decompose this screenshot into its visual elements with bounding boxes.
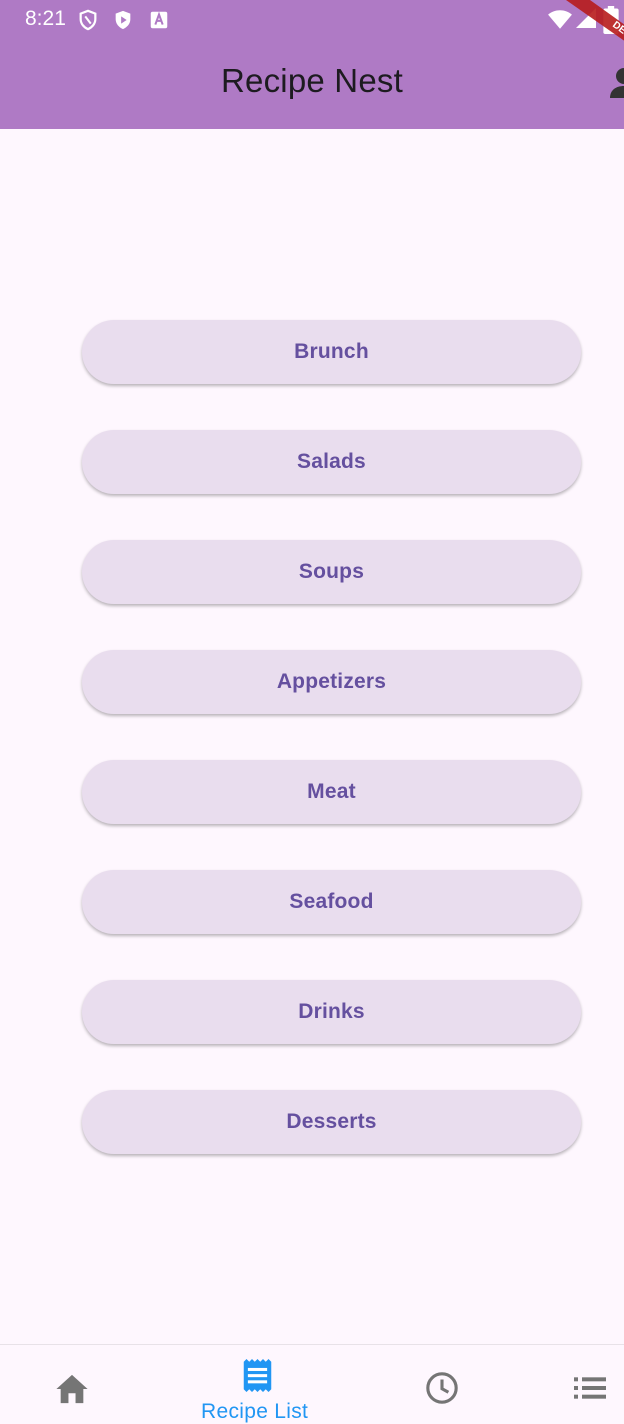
debug-banner: DEBUG [566,0,624,44]
page-title: Recipe Nest [221,62,403,99]
person-icon[interactable] [606,66,624,102]
status-time: 8:21 [25,7,66,30]
category-button-drinks[interactable]: Drinks [82,980,581,1044]
font-icon [150,11,168,29]
bottom-navigation-bar [0,1344,624,1423]
nav-label-recipe-list[interactable]: Recipe List [201,1400,308,1424]
category-button-brunch[interactable]: Brunch [82,320,581,384]
category-button-appetizers[interactable]: Appetizers [82,650,581,714]
play-protect-icon [115,10,131,30]
category-button-salads[interactable]: Salads [82,430,581,494]
clock-icon [426,1372,458,1404]
category-list: Brunch Salads Soups Appetizers Meat Seaf… [82,320,581,1200]
list-icon [574,1377,606,1399]
shield-icon [79,9,97,31]
category-button-meat[interactable]: Meat [82,760,581,824]
home-icon [56,1374,88,1404]
status-bar: 8:21 [0,0,624,40]
nav-item-list[interactable] [530,1345,624,1423]
category-button-soups[interactable]: Soups [82,540,581,604]
category-button-desserts[interactable]: Desserts [82,1090,581,1154]
receipt-icon [243,1359,272,1392]
category-button-seafood[interactable]: Seafood [82,870,581,934]
nav-item-home[interactable] [0,1345,150,1423]
nav-item-history[interactable] [370,1345,520,1423]
app-bar: 8:21 DEBUG Recipe Nest [0,0,624,129]
